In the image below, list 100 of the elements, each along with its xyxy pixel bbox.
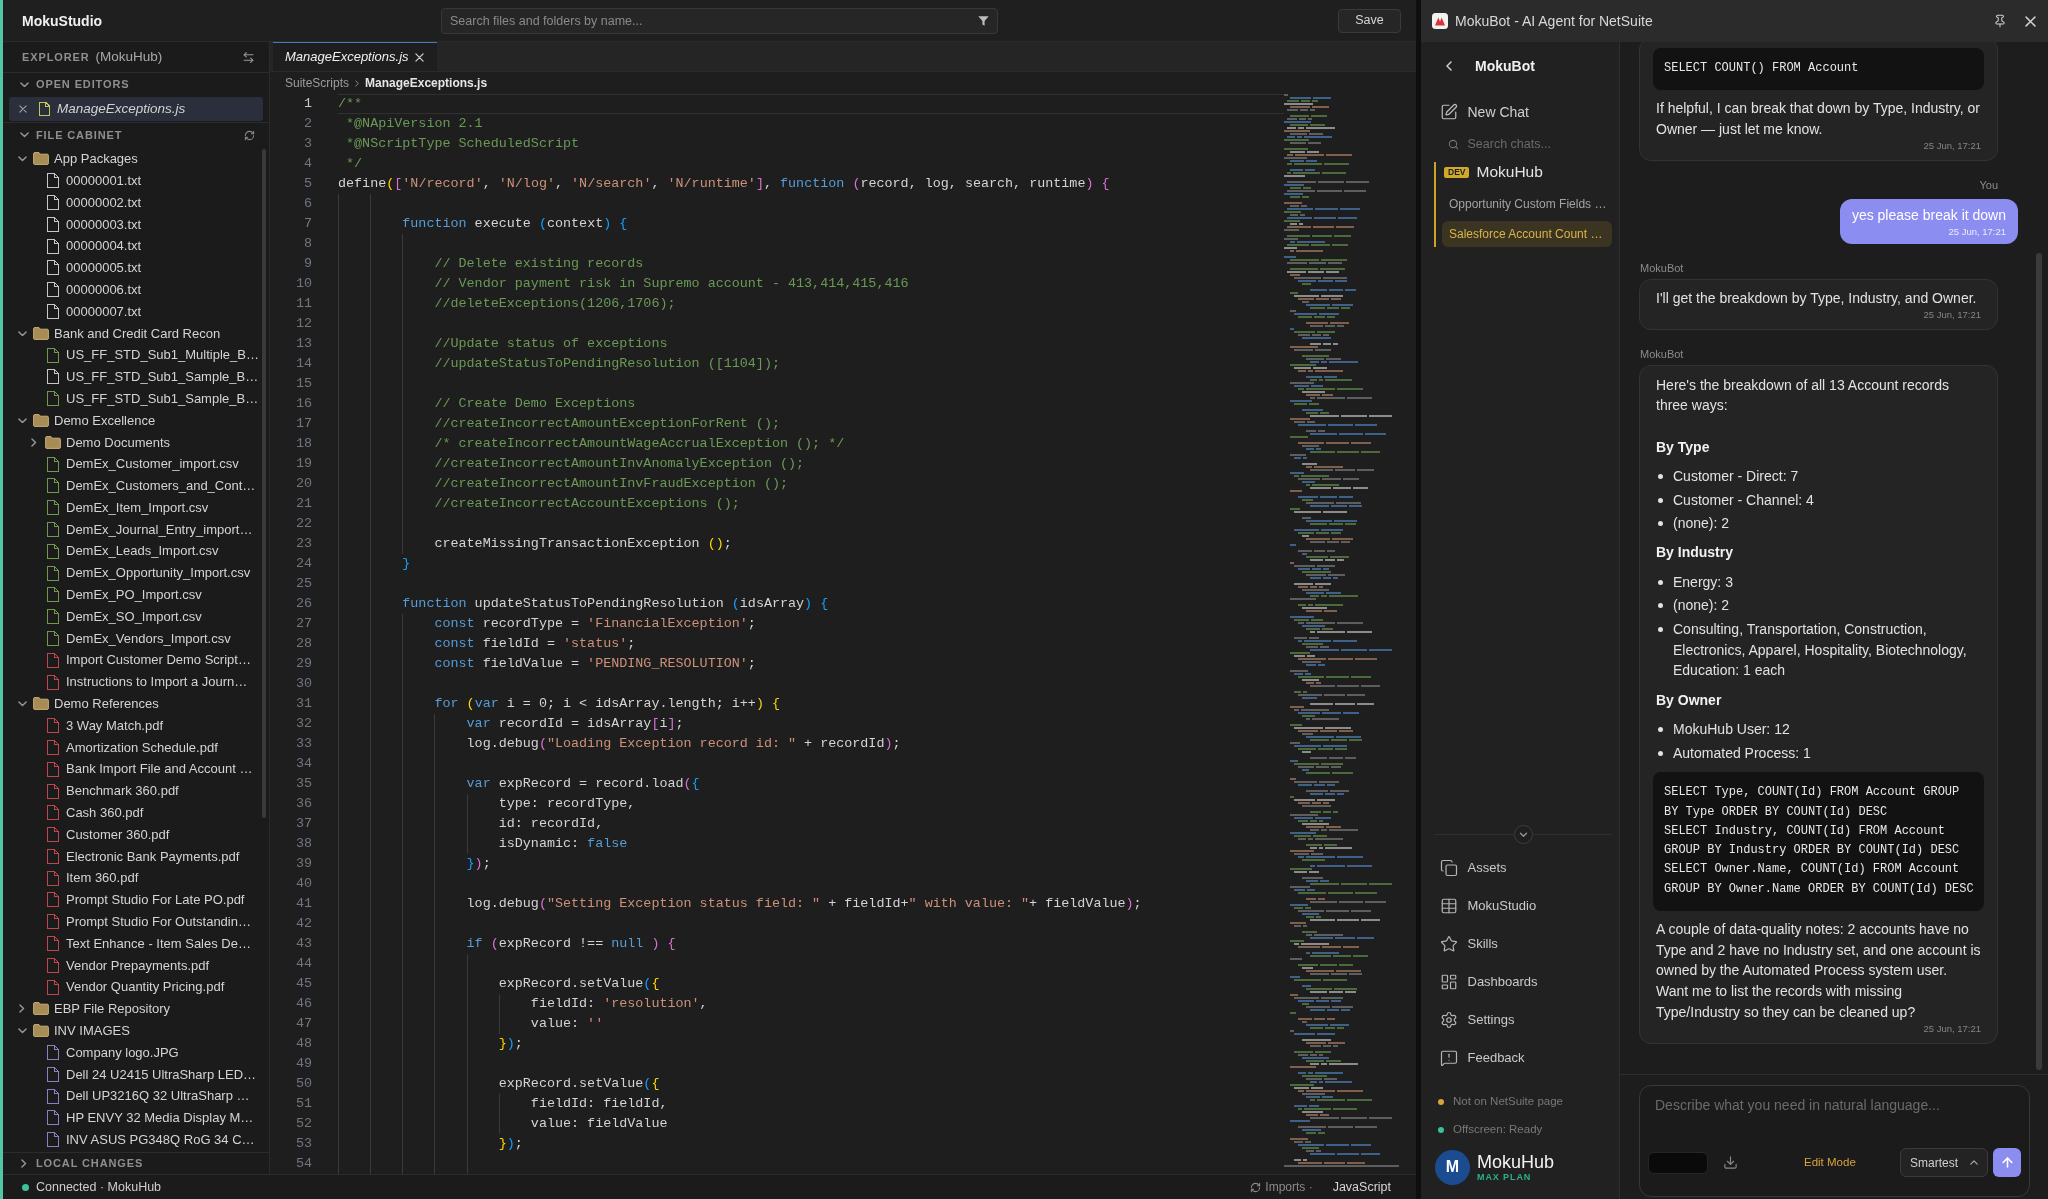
file-name[interactable]: US_FF_STD_Sub1_Multiple_B… [66,345,259,365]
file-name[interactable]: US_FF_STD_Sub1_Sample_B… [66,388,259,409]
chat-item[interactable]: Opportunity Custom Fields … [1441,191,1612,217]
avatar[interactable]: M [1435,1149,1470,1185]
send-button[interactable] [1993,1148,2021,1177]
file-name[interactable]: Bank Import File and Account … [66,759,253,779]
save-button[interactable]: Save [1338,8,1401,33]
file-name[interactable]: DemEx_PO_Import.csv [66,585,202,605]
filter-icon[interactable] [978,15,989,26]
pin-icon[interactable] [1993,14,2007,28]
file-name[interactable]: Customer 360.pdf [66,824,170,845]
chevron-down-icon[interactable] [17,701,27,707]
nav-item[interactable]: Assets [1434,849,1507,887]
code-line: }); [466,854,491,873]
mode-button[interactable]: Edit Mode [1804,1153,1856,1172]
file-name[interactable]: Electronic Bank Payments.pdf [66,846,240,867]
chevron-down-icon[interactable] [17,1028,27,1034]
close-icon[interactable] [19,105,27,113]
scrollbar-thumb[interactable] [2036,253,2042,1070]
file-name[interactable]: Import Customer Demo Script… [66,650,251,670]
file-name[interactable]: DemEx_Opportunity_Import.csv [66,563,251,583]
chevron-down-icon[interactable] [17,156,27,162]
file-name[interactable]: DemEx_Vendors_Import.csv [66,628,231,649]
chevron-down-icon[interactable] [17,330,27,336]
file-name[interactable]: Dell 24 U2415 UltraSharp LED… [66,1064,257,1085]
breadcrumb-item[interactable]: SuiteScripts [285,74,350,92]
search-field[interactable]: Search chats... [1467,134,1608,154]
folder-name[interactable]: EBP File Repository [54,999,171,1019]
file-name[interactable]: Dell UP3216Q 32 UltraSharp … [66,1086,250,1106]
file-name[interactable]: 00000003.txt [66,214,142,235]
nav-item[interactable]: MokuStudio [1434,887,1537,925]
new-chat-button[interactable]: New Chat [1434,100,1529,124]
file-name[interactable]: Amortization Schedule.pdf [66,737,218,758]
nav-item[interactable]: Settings [1434,1001,1515,1039]
close-icon[interactable] [2025,15,2036,27]
nav-item[interactable]: Dashboards [1434,963,1538,1001]
file-name[interactable]: Company logo.JPG [66,1042,179,1063]
line-number: 24 [294,554,312,573]
folder-name[interactable]: Bank and Credit Card Recon [54,323,221,343]
file-name[interactable]: 00000001.txt [66,170,142,191]
close-icon[interactable] [415,52,424,62]
file-name[interactable]: 00000002.txt [66,192,142,213]
refresh-icon[interactable] [1250,1181,1262,1193]
folder-name[interactable]: App Packages [54,149,138,169]
file-name[interactable]: DemEx_Leads_Import.csv [66,541,219,561]
file-name[interactable]: DemEx_Journal_Entry_import… [66,519,253,540]
chevron-down-icon[interactable] [19,81,29,88]
nav-item[interactable]: Skills [1434,925,1498,963]
chevron-down-icon[interactable] [19,132,29,138]
file-name[interactable]: Text Enhance - Item Sales De… [66,933,251,954]
chevron-down-icon[interactable] [17,417,27,424]
file-name[interactable]: Vendor Prepayments.pdf [66,955,210,976]
chevron-right-icon[interactable] [31,437,37,447]
swap-arrows-icon[interactable] [242,50,255,64]
file-name[interactable]: INV ASUS PG348Q RoG 34 C… [66,1130,255,1150]
file-name[interactable]: DemEx_Customers_and_Cont… [66,476,256,496]
breadcrumb-item[interactable]: ManageExceptions.js [365,74,488,92]
open-editor-item[interactable]: ManageExceptions.js [9,97,263,121]
folder-name[interactable]: Demo References [54,694,159,714]
chevron-right-icon[interactable] [19,1004,25,1014]
editor-tab[interactable]: ManageExceptions.js [273,42,437,71]
file-name[interactable]: Prompt Studio For Late PO.pdf [66,890,245,910]
file-name[interactable]: 00000007.txt [66,301,142,322]
model-select[interactable]: Smartest [1900,1148,1988,1177]
file-name[interactable]: DemEx_Item_Import.csv [66,497,209,518]
file-name[interactable]: 00000004.txt [66,236,142,256]
download-icon[interactable] [1723,1155,1738,1170]
file-name[interactable]: Benchmark 360.pdf [66,781,179,801]
file-name[interactable]: DemEx_SO_Import.csv [66,606,202,627]
file-name[interactable]: HP ENVY 32 Media Display M… [66,1108,254,1128]
section-title[interactable]: LOCAL CHANGES [36,1155,144,1172]
refresh-icon[interactable] [244,129,255,141]
nav-item[interactable]: Feedback [1434,1039,1525,1077]
file-name[interactable]: 3 Way Match.pdf [66,715,164,736]
file-name[interactable]: Item 360.pdf [66,868,139,888]
message-input[interactable]: Describe what you need in natural language... [1640,1086,2029,1130]
file-name[interactable]: US_FF_STD_Sub1_Sample_B… [66,367,259,387]
section-title[interactable]: OPEN EDITORS [36,76,130,93]
code-line: function execute (context) { [402,214,628,233]
file-name[interactable]: Vendor Quantity Pricing.pdf [66,977,225,997]
chat-item[interactable]: Salesforce Account Count … [1441,221,1612,247]
folder-name[interactable]: INV IMAGES [54,1021,130,1041]
file-name[interactable]: Cash 360.pdf [66,803,144,823]
search-field[interactable]: Search files and folders by name... [441,7,998,34]
chevron-down-icon[interactable] [1513,824,1533,844]
message-box[interactable]: Describe what you need in natural language... Edit Mode Smartest [1639,1085,2030,1197]
back-icon[interactable] [1446,61,1452,71]
folder-name[interactable]: Demo Excellence [54,410,156,431]
file-name[interactable]: 00000005.txt [66,258,142,278]
file-name[interactable]: 00000006.txt [66,279,142,300]
section-title[interactable]: FILE CABINET [36,126,123,144]
file-name[interactable]: Prompt Studio For Outstandin… [66,912,251,932]
imports-label[interactable]: Imports · [1265,1178,1313,1196]
project-name[interactable]: MokuHub [1476,160,1543,184]
folder-name[interactable]: Demo Documents [66,432,171,452]
file-name[interactable]: DemEx_Customer_import.csv [66,454,239,474]
language-label[interactable]: JavaScript [1332,1177,1391,1197]
chevron-right-icon[interactable] [21,1159,27,1168]
minimap[interactable] [1284,94,1400,1168]
file-name[interactable]: Instructions to Import a Journ… [66,672,248,692]
